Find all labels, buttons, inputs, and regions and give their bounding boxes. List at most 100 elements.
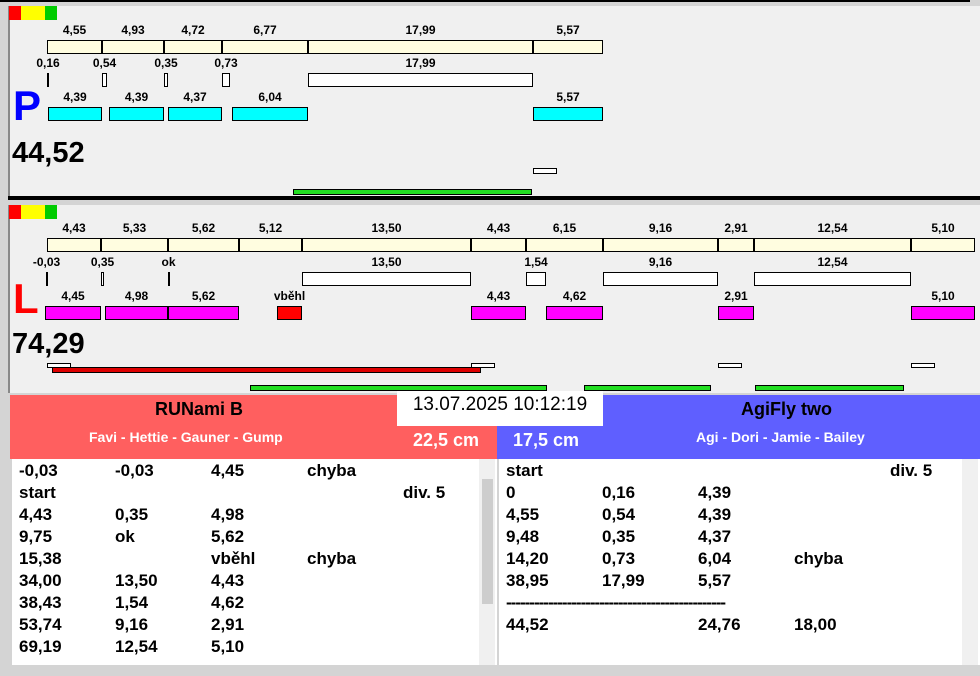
list-cell: 4,37 <box>698 527 732 546</box>
gap-segment <box>603 272 718 286</box>
run-segment-label: 5,57 <box>556 90 580 104</box>
list-row[interactable]: 69,19 12,54 5,10 <box>12 637 472 659</box>
course-segment-label: 5,10 <box>931 221 955 235</box>
course-segment <box>47 238 101 252</box>
list-cell: 0,54 <box>602 505 636 524</box>
list-cell: 44,52 <box>506 615 549 634</box>
timeline-bar <box>584 385 711 391</box>
list-cell: 4,45 <box>211 461 245 480</box>
course-segment-label: 6,15 <box>552 221 577 235</box>
list-row[interactable]: 9,75 ok 5,62 <box>12 527 472 549</box>
run-segment <box>718 306 754 320</box>
list-cell: 9,75 <box>19 527 53 546</box>
list-cell: 0,35 <box>115 505 149 524</box>
run-segment-label: 4,37 <box>183 90 207 104</box>
right-team-results-list[interactable]: start div. 5 0 0,16 4,39 4,55 0,54 4,39 9,48 0,35… <box>499 459 980 665</box>
list-cell: ok <box>115 527 135 546</box>
list-row[interactable]: 4,55 0,54 4,39 <box>499 505 959 527</box>
timeline-axis <box>0 1 970 2</box>
gap-segment <box>222 73 230 87</box>
gap-segment-label: 0,16 <box>36 56 60 70</box>
gap-segment <box>46 272 48 286</box>
run-segment-label: 4,39 <box>63 90 87 104</box>
list-row[interactable]: 9,48 0,35 4,37 <box>499 527 959 549</box>
list-cell: 5,10 <box>211 637 245 656</box>
list-cell: 18,00 <box>794 615 837 634</box>
run-segment-label: 4,62 <box>562 289 587 303</box>
run-segment-label: 5,10 <box>931 289 955 303</box>
gap-segment-label: 0,73 <box>214 56 238 70</box>
run-segment-label: vběhl <box>273 289 306 303</box>
course-segment-label: 4,43 <box>486 221 511 235</box>
list-row[interactable]: ----------------------------------------… <box>499 593 959 615</box>
status-light <box>45 6 57 20</box>
gap-segment-label: 0,54 <box>92 56 117 70</box>
list-cell: div. 5 <box>403 483 446 502</box>
list-row[interactable]: 4,43 0,35 4,98 <box>12 505 472 527</box>
run-segment <box>232 107 308 121</box>
course-segment-label: 5,33 <box>122 221 147 235</box>
course-segment <box>754 238 911 252</box>
list-cell: 5,62 <box>211 527 245 546</box>
left-team-height: 22,5 cm <box>413 430 480 450</box>
lane-p-panel <box>8 6 980 196</box>
list-cell: 0,73 <box>602 549 636 568</box>
list-row[interactable]: 14,20 0,73 6,04 chyba <box>499 549 959 571</box>
list-row[interactable]: 15,38 vběhl chyba <box>12 549 472 571</box>
list-cell: 9,48 <box>506 527 540 546</box>
list-cell: 0,16 <box>602 483 636 502</box>
course-segment-label: 4,55 <box>62 23 87 37</box>
list-cell: vběhl <box>211 549 256 568</box>
datetime: 13.07.2025 10:12:19 <box>397 391 603 426</box>
gap-segment <box>308 73 533 87</box>
run-segment <box>48 107 102 121</box>
course-segment-label: 2,91 <box>724 221 748 235</box>
list-cell: 38,43 <box>19 593 62 612</box>
list-cell: 34,00 <box>19 571 62 590</box>
list-cell: 6,04 <box>698 549 732 568</box>
list-row[interactable]: 38,43 1,54 4,62 <box>12 593 472 615</box>
list-row[interactable]: start div. 5 <box>12 483 472 505</box>
list-cell: 2,91 <box>211 615 245 634</box>
list-cell: 38,95 <box>506 571 549 590</box>
list-row[interactable]: 53,74 9,16 2,91 <box>12 615 472 637</box>
status-light <box>21 205 33 219</box>
list-row[interactable]: -0,03 -0,03 4,45 chyba <box>12 461 472 483</box>
scrollbar[interactable] <box>479 459 495 665</box>
list-row[interactable]: 38,95 17,99 5,57 <box>499 571 959 593</box>
status-light <box>21 6 33 20</box>
list-cell: 4,43 <box>211 571 245 590</box>
timeline-marker <box>911 363 935 368</box>
gap-segment-label: 0,35 <box>90 255 115 269</box>
course-segment <box>533 40 603 54</box>
list-cell: 9,16 <box>115 615 149 634</box>
left-team-name: RUNami B <box>155 399 244 419</box>
gap-segment-label: 13,50 <box>371 255 402 269</box>
course-segment <box>102 40 164 54</box>
gap-segment-label: 1,54 <box>524 255 548 269</box>
course-segment <box>164 40 222 54</box>
fault-bar <box>52 367 481 373</box>
status-light <box>9 6 21 20</box>
course-segment <box>168 238 239 252</box>
list-cell: -0,03 <box>19 461 58 480</box>
course-segment-label: 12,54 <box>817 221 848 235</box>
right-team-members: Agi - Dori - Jamie - Bailey <box>696 429 865 445</box>
list-row[interactable]: start div. 5 <box>499 461 959 483</box>
run-segment-label: 4,45 <box>61 289 85 303</box>
list-row[interactable]: 44,52 24,76 18,00 <box>499 615 959 637</box>
course-segment <box>47 40 102 54</box>
right-team-height: 17,5 cm <box>513 430 580 450</box>
timeline-marker <box>718 363 742 368</box>
scrollbar[interactable] <box>962 459 978 665</box>
run-segment-label: 4,39 <box>124 90 149 104</box>
list-row[interactable]: 0 0,16 4,39 <box>499 483 959 505</box>
course-segment <box>302 238 471 252</box>
list-row[interactable]: 34,00 13,50 4,43 <box>12 571 472 593</box>
status-light <box>9 205 21 219</box>
list-cell: 0,35 <box>602 527 636 546</box>
gap-segment-label: -0,03 <box>32 255 61 269</box>
gap-segment <box>101 272 104 286</box>
list-cell: div. 5 <box>890 461 933 480</box>
left-team-results-list[interactable]: -0,03 -0,03 4,45 chyba start div. 5 4,43 0,35 4,… <box>12 459 497 665</box>
